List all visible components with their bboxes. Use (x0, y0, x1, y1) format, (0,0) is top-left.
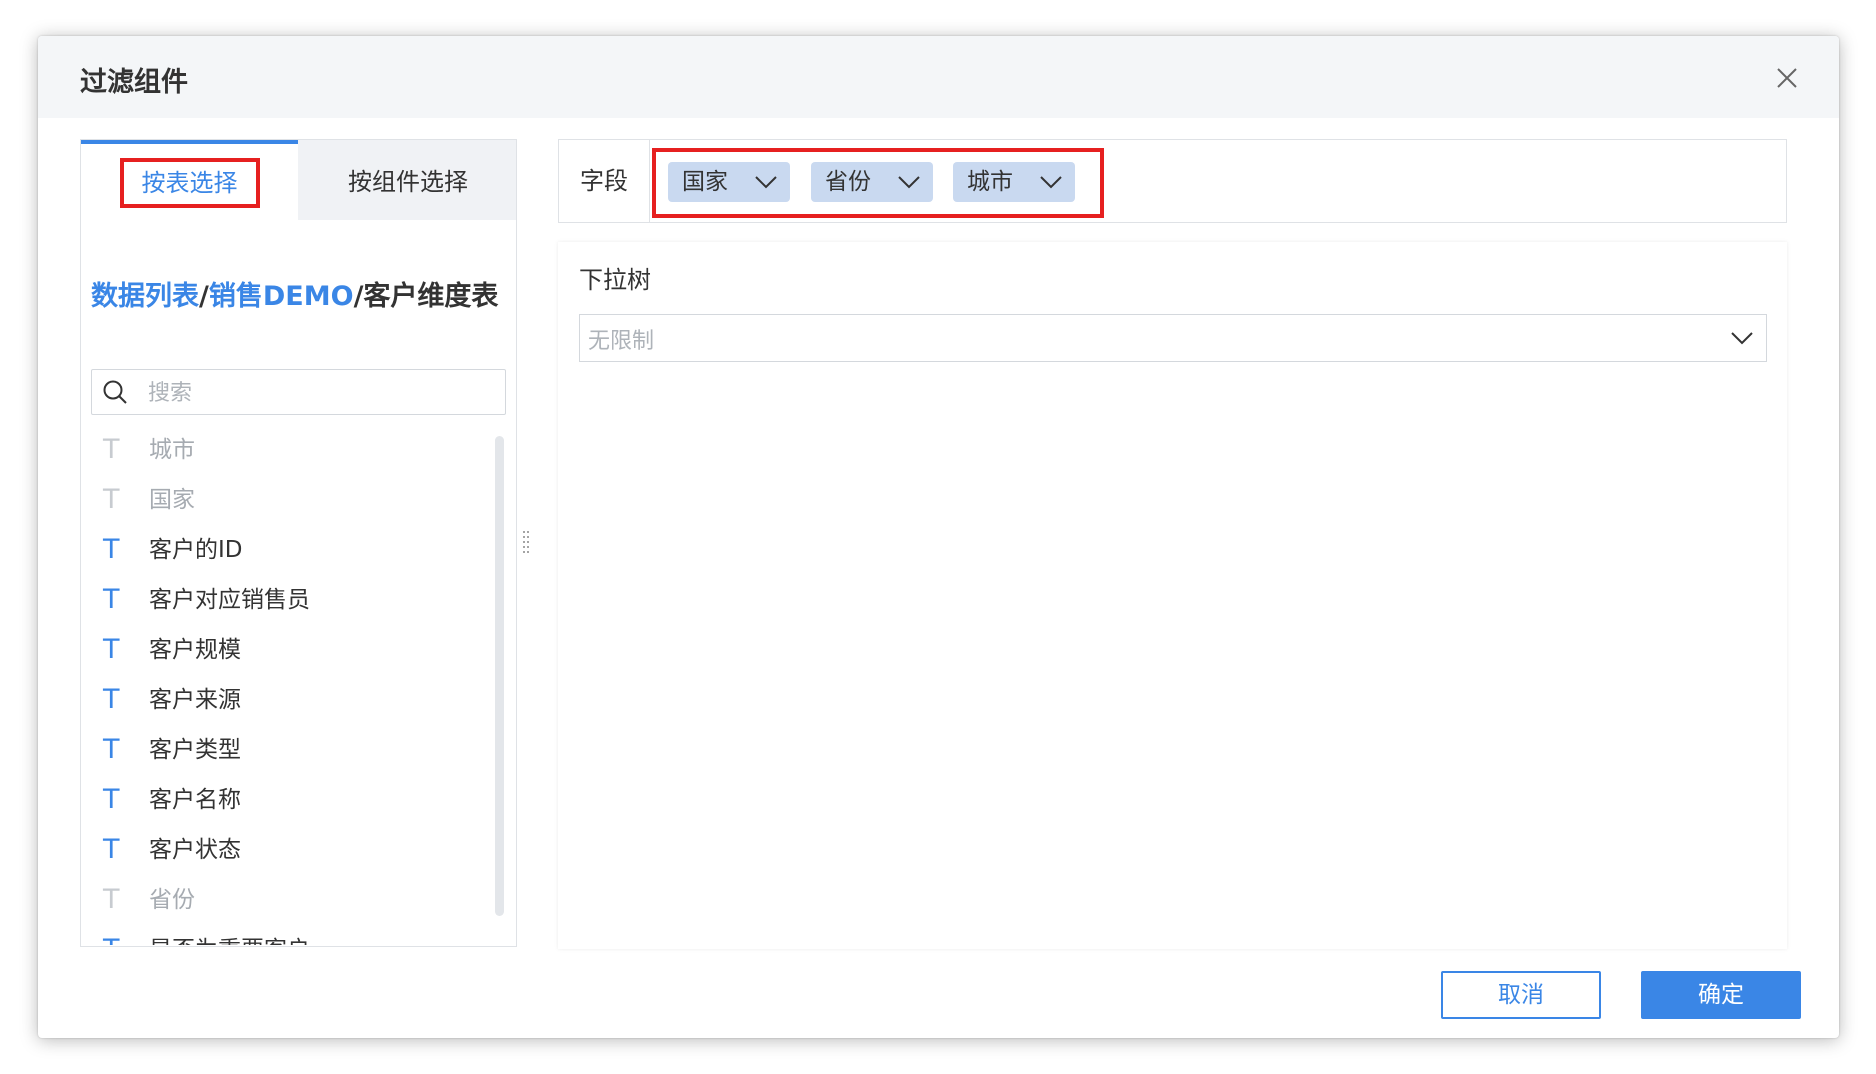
field-label: 省份 (149, 887, 195, 913)
field-label: 城市 (149, 437, 195, 463)
chip-label: 省份 (825, 169, 871, 195)
dropdown-tree-label: 下拉树 (579, 266, 651, 294)
search-box (91, 369, 506, 415)
dialog-header: 过滤组件 (38, 36, 1839, 118)
text-type-icon: T (103, 584, 120, 615)
text-type-icon: T (103, 834, 120, 865)
field-item-customer-source[interactable]: T 客户来源 (91, 675, 491, 725)
chevron-down-icon[interactable] (754, 171, 778, 193)
cancel-button[interactable]: 取消 (1441, 971, 1601, 1019)
breadcrumb-current: 客户维度表 (363, 281, 499, 312)
field-chip-country[interactable]: 国家 (668, 162, 790, 202)
field-item-province[interactable]: T 省份 (91, 875, 491, 925)
field-item-country[interactable]: T 国家 (91, 475, 491, 525)
field-list-scrollbar[interactable] (495, 436, 504, 916)
search-input[interactable] (146, 376, 490, 410)
table-select-panel: 按表选择 按组件选择 数据列表/销售DEMO/客户维度表 T 城市 T 国家 (80, 139, 517, 947)
field-chip-city[interactable]: 城市 (953, 162, 1075, 202)
confirm-button[interactable]: 确定 (1641, 971, 1801, 1019)
field-label: 国家 (149, 487, 195, 513)
breadcrumb-data-list[interactable]: 数据列表 (91, 281, 199, 312)
close-icon[interactable] (1775, 66, 1799, 90)
field-item-customer-type[interactable]: T 客户类型 (91, 725, 491, 775)
breadcrumb: 数据列表/销售DEMO/客户维度表 (91, 274, 498, 313)
text-type-icon: T (103, 925, 127, 945)
config-panel: 下拉树 无限制 (558, 242, 1787, 949)
field-label: 客户来源 (149, 687, 241, 713)
breadcrumb-separator: / (353, 281, 364, 312)
filter-component-dialog: 过滤组件 按表选择 按组件选择 数据列表/销售DEMO/客户维度表 T 城市 (38, 36, 1839, 1038)
breadcrumb-sales-demo[interactable]: 销售DEMO (209, 281, 354, 312)
chevron-down-icon (1731, 332, 1753, 345)
field-item-customer-salesperson[interactable]: T 客户对应销售员 (91, 575, 491, 625)
text-type-icon: T (103, 684, 120, 715)
breadcrumb-separator: / (199, 281, 209, 312)
tab-bar: 按表选择 按组件选择 (81, 140, 516, 220)
chevron-down-icon[interactable] (1039, 171, 1063, 193)
text-type-icon: T (103, 484, 120, 515)
field-bar: 字段 国家 省份 城市 (558, 139, 1787, 223)
chip-highlight-box: 国家 省份 城市 (652, 148, 1104, 218)
field-label: 客户类型 (149, 737, 241, 763)
field-label: 客户名称 (149, 787, 241, 813)
field-chip-province[interactable]: 省份 (811, 162, 933, 202)
field-label: 是否为重要客户 (149, 925, 310, 945)
dialog-title: 过滤组件 (80, 67, 188, 98)
field-item-customer-scale[interactable]: T 客户规模 (91, 625, 491, 675)
chip-label: 城市 (967, 169, 1013, 195)
field-list: T 城市 T 国家 T 客户的ID T 客户对应销售员 T 客户规模 T 客户来… (91, 425, 491, 945)
field-label: 客户对应销售员 (149, 587, 310, 613)
field-label: 客户规模 (149, 637, 241, 663)
text-type-icon: T (103, 734, 120, 765)
select-value: 无限制 (588, 329, 655, 354)
text-type-icon: T (103, 634, 120, 665)
field-label: 客户状态 (149, 837, 241, 863)
tab-by-component[interactable]: 按组件选择 (298, 140, 516, 220)
tab-by-table-label: 按表选择 (119, 158, 260, 208)
chip-label: 国家 (682, 169, 728, 195)
search-icon (103, 380, 127, 404)
tab-by-table[interactable]: 按表选择 (81, 140, 298, 220)
text-type-icon: T (103, 784, 120, 815)
field-item-customer-name[interactable]: T 客户名称 (91, 775, 491, 825)
level-limit-select[interactable]: 无限制 (579, 314, 1767, 362)
text-type-icon: T (103, 534, 120, 565)
field-item-customer-status[interactable]: T 客户状态 (91, 825, 491, 875)
panel-resize-handle[interactable] (522, 530, 530, 554)
field-item-city[interactable]: T 城市 (91, 425, 491, 475)
field-label: 客户的ID (149, 537, 243, 563)
chevron-down-icon[interactable] (897, 171, 921, 193)
field-item-important-customer[interactable]: T 是否为重要客户 (91, 925, 491, 945)
field-item-customer-id[interactable]: T 客户的ID (91, 525, 491, 575)
field-bar-label: 字段 (559, 140, 650, 222)
text-type-icon: T (103, 434, 120, 465)
text-type-icon: T (103, 884, 120, 915)
